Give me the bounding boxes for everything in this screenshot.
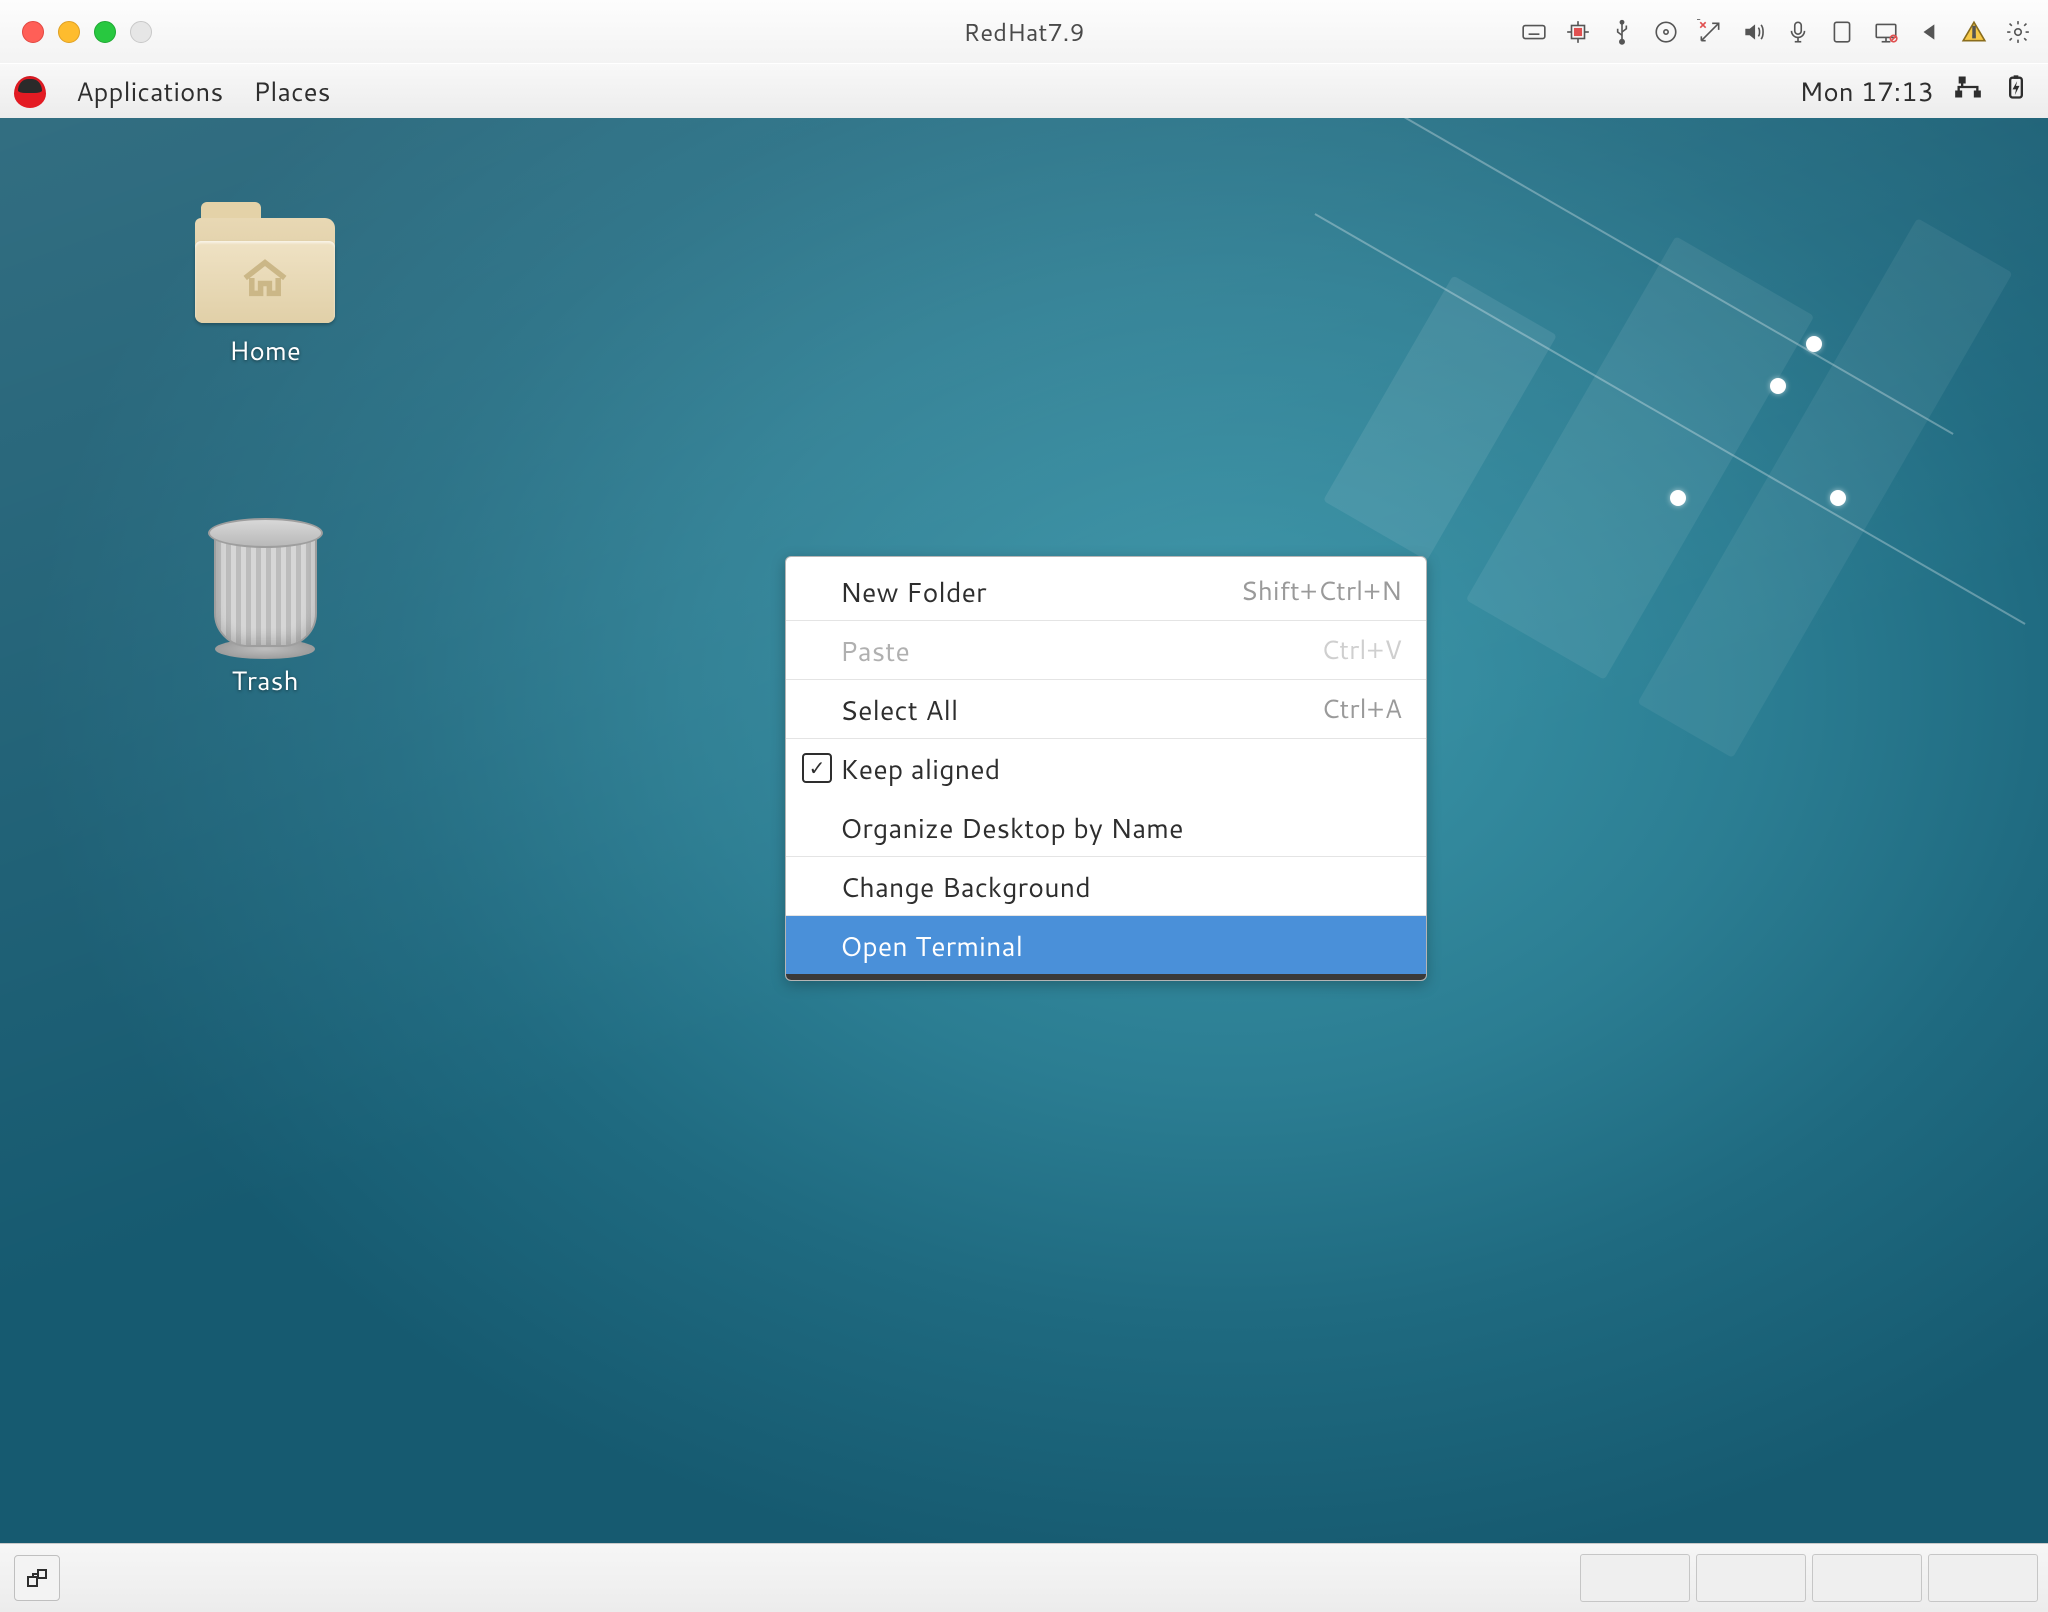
host-window-titlebar: RedHat7.9 ! bbox=[0, 0, 2048, 64]
wallpaper-decoration bbox=[1770, 378, 1786, 394]
menu-keep-aligned[interactable]: ✓ Keep aligned bbox=[786, 738, 1426, 797]
menu-change-background[interactable]: Change Background bbox=[786, 856, 1426, 915]
desktop-context-menu: New Folder Shift+Ctrl+N Paste Ctrl+V Sel… bbox=[785, 556, 1427, 981]
left-triangle-icon[interactable] bbox=[1916, 18, 1944, 46]
disabled-window-button bbox=[130, 21, 152, 43]
minimize-window-button[interactable] bbox=[58, 21, 80, 43]
places-menu[interactable]: Places bbox=[253, 74, 330, 110]
trash-icon bbox=[208, 518, 323, 653]
menu-item-label: Change Background bbox=[840, 867, 1091, 906]
menu-organize-desktop[interactable]: Organize Desktop by Name bbox=[786, 797, 1426, 856]
applications-menu[interactable]: Applications bbox=[76, 74, 223, 110]
panel-clock[interactable]: Mon 17:13 bbox=[1799, 74, 1934, 110]
menu-bottom-border bbox=[786, 974, 1426, 980]
host-tray: ! bbox=[1520, 18, 2032, 46]
menu-item-label: Organize Desktop by Name bbox=[840, 808, 1184, 847]
window-list-button[interactable] bbox=[14, 1555, 60, 1601]
microphone-icon[interactable] bbox=[1784, 18, 1812, 46]
menu-item-label: Open Terminal bbox=[840, 926, 1023, 965]
network-arrow-icon[interactable] bbox=[1696, 18, 1724, 46]
house-icon bbox=[237, 256, 293, 308]
menu-item-label: Select All bbox=[840, 690, 958, 729]
menu-item-accelerator: Ctrl+A bbox=[1321, 691, 1402, 727]
menu-item-label: New Folder bbox=[840, 572, 987, 611]
trash-desktop-icon[interactable]: Trash bbox=[180, 518, 350, 699]
home-icon-label: Home bbox=[180, 333, 350, 369]
workspace-switcher bbox=[1580, 1554, 2038, 1602]
folder-icon bbox=[195, 218, 335, 323]
workspace-3[interactable] bbox=[1812, 1554, 1922, 1602]
redhat-logo-icon[interactable] bbox=[14, 76, 46, 108]
gnome-top-panel: Applications Places Mon 17:13 bbox=[0, 63, 2048, 120]
menu-item-accelerator: Ctrl+V bbox=[1321, 632, 1402, 668]
svg-text:!: ! bbox=[1972, 20, 1977, 42]
gear-icon[interactable] bbox=[2004, 18, 2032, 46]
menu-new-folder[interactable]: New Folder Shift+Ctrl+N bbox=[786, 561, 1426, 620]
disc-icon[interactable] bbox=[1652, 18, 1680, 46]
desktop-area[interactable]: Home Trash New Folder Shift+Ctrl+N Paste… bbox=[0, 118, 2048, 1544]
checkbox-checked-icon: ✓ bbox=[802, 753, 832, 783]
menu-item-label: Keep aligned bbox=[840, 749, 1000, 788]
trash-icon-label: Trash bbox=[180, 663, 350, 699]
keyboard-icon[interactable] bbox=[1520, 18, 1548, 46]
menu-open-terminal[interactable]: Open Terminal bbox=[786, 915, 1426, 974]
display-icon[interactable] bbox=[1872, 18, 1900, 46]
wallpaper-decoration bbox=[1830, 490, 1846, 506]
zoom-window-button[interactable] bbox=[94, 21, 116, 43]
gnome-bottom-panel bbox=[0, 1543, 2048, 1612]
menu-item-label: Paste bbox=[840, 631, 910, 670]
menu-item-accelerator: Shift+Ctrl+N bbox=[1241, 573, 1403, 609]
workspace-2[interactable] bbox=[1696, 1554, 1806, 1602]
usb-icon[interactable] bbox=[1608, 18, 1636, 46]
network-status-icon[interactable] bbox=[1954, 73, 1982, 110]
window-controls bbox=[22, 21, 152, 43]
close-window-button[interactable] bbox=[22, 21, 44, 43]
sound-icon[interactable] bbox=[1740, 18, 1768, 46]
battery-status-icon[interactable] bbox=[2002, 73, 2030, 110]
workspace-1[interactable] bbox=[1580, 1554, 1690, 1602]
warning-icon[interactable]: ! bbox=[1960, 18, 1988, 46]
menu-select-all[interactable]: Select All Ctrl+A bbox=[786, 679, 1426, 738]
workspace-4[interactable] bbox=[1928, 1554, 2038, 1602]
wallpaper-decoration bbox=[1806, 336, 1822, 352]
menu-paste: Paste Ctrl+V bbox=[786, 620, 1426, 679]
home-desktop-icon[interactable]: Home bbox=[180, 218, 350, 369]
wallpaper-decoration bbox=[1670, 490, 1686, 506]
tablet-icon[interactable] bbox=[1828, 18, 1856, 46]
cpu-icon[interactable] bbox=[1564, 18, 1592, 46]
